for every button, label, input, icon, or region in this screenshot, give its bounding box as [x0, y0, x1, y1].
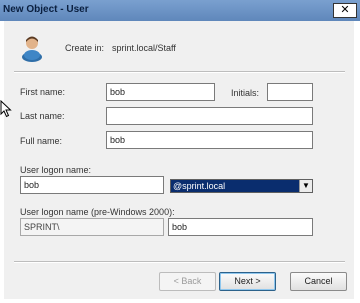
- user-icon: [22, 36, 42, 62]
- initials-field[interactable]: [267, 83, 313, 101]
- separator: [14, 71, 345, 73]
- title-bar[interactable]: New Object - User ✕: [0, 0, 360, 21]
- logon-name-field[interactable]: [20, 176, 164, 194]
- last-name-label: Last name:: [20, 111, 65, 121]
- logon-name-label: User logon name:: [20, 165, 92, 175]
- domain-select-value: @sprint.local: [173, 181, 226, 191]
- pre2000-logon-field[interactable]: [168, 218, 313, 236]
- create-in-label: Create in:: [65, 43, 105, 53]
- full-name-field[interactable]: [106, 131, 313, 149]
- new-object-user-dialog: New Object - User ✕ Create in: sprint.lo…: [0, 0, 360, 303]
- close-button[interactable]: ✕: [333, 3, 357, 18]
- first-name-label: First name:: [20, 87, 66, 97]
- cancel-button[interactable]: Cancel: [290, 272, 347, 291]
- first-name-field[interactable]: [106, 83, 215, 101]
- next-button[interactable]: Next >: [219, 272, 276, 291]
- domain-select[interactable]: @sprint.local ▼: [170, 179, 313, 193]
- pre2000-domain-field: [20, 218, 164, 236]
- back-button[interactable]: < Back: [159, 272, 216, 291]
- separator: [14, 261, 345, 263]
- chevron-down-icon[interactable]: ▼: [299, 180, 312, 192]
- mouse-cursor-icon: [0, 100, 12, 118]
- pre2000-logon-label: User logon name (pre-Windows 2000):: [20, 207, 175, 217]
- full-name-label: Full name:: [20, 136, 63, 146]
- initials-label: Initials:: [231, 88, 260, 98]
- last-name-field[interactable]: [106, 107, 313, 125]
- window-title: New Object - User: [3, 4, 89, 15]
- create-in-path: sprint.local/Staff: [112, 43, 176, 53]
- dialog-body: Create in: sprint.local/Staff First name…: [4, 21, 354, 299]
